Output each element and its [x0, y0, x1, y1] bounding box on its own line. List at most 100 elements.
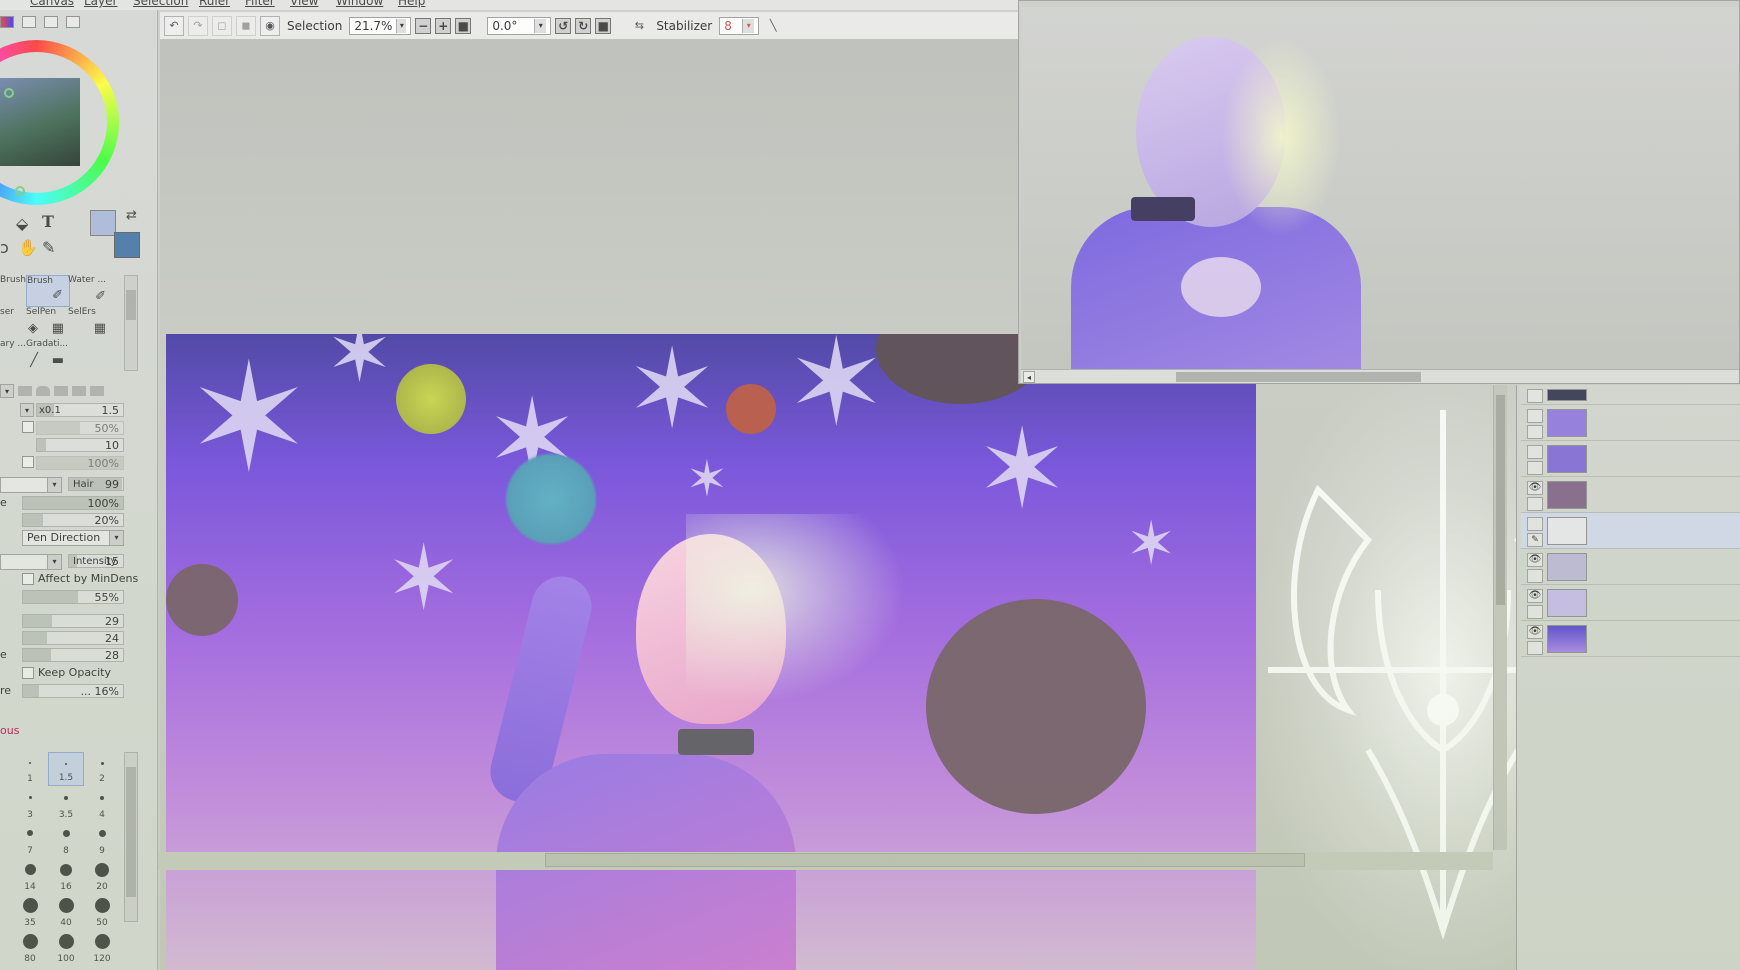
navigator-preview[interactable] — [1021, 7, 1739, 383]
texture-select[interactable]: ▾ — [0, 554, 62, 570]
size-preset[interactable]: 3 — [12, 788, 48, 822]
param-slider-2[interactable]: 24 — [22, 631, 124, 645]
hand-icon[interactable]: ✋ — [18, 238, 38, 257]
layer-row[interactable]: 👁 — [1521, 621, 1740, 657]
chevron-down-icon[interactable]: ▾ — [742, 18, 755, 33]
layer-row[interactable] — [1521, 441, 1740, 477]
stabilizer-select[interactable]: 8 ▾ — [719, 16, 760, 35]
menu-item-view[interactable]: View — [290, 0, 318, 8]
layer-visibility-toggle[interactable] — [1527, 517, 1543, 531]
menu-item-layer[interactable]: Layer — [84, 0, 117, 8]
navigator-scrollbar[interactable]: ◂ — [1021, 369, 1739, 383]
menu-item-window[interactable]: Window — [336, 0, 383, 8]
menu-item-selection[interactable]: Selection — [133, 0, 188, 8]
layer-lock-toggle[interactable] — [1527, 641, 1543, 655]
size-preset[interactable]: 1 — [12, 752, 48, 786]
deselect-icon[interactable]: ◻ — [212, 15, 232, 36]
hue-picker-handle[interactable] — [15, 186, 25, 196]
tool-water-brush[interactable]: Water ... ✐ — [68, 275, 112, 307]
layer-row[interactable]: 👁 — [1521, 477, 1740, 513]
menu-item-filter[interactable]: Filter — [245, 0, 275, 8]
size-preset[interactable]: 14 — [12, 860, 48, 894]
flip-horizontal-icon[interactable]: ⇆ — [629, 16, 649, 36]
zoom-reset-icon[interactable]: ■ — [455, 17, 472, 34]
tool-grid-scrollbar[interactable] — [124, 275, 138, 371]
size-preset[interactable]: 9 — [84, 824, 120, 858]
tool-gradation[interactable]: Gradati... ▬ — [26, 339, 70, 371]
layer-row[interactable]: 👁 — [1521, 585, 1740, 621]
layer-lock-toggle[interactable] — [1527, 497, 1543, 511]
tool-selpen[interactable]: SelPen ▦ — [26, 307, 70, 339]
tool-brush-2[interactable]: Brush ✐ — [26, 275, 70, 307]
main-color-swatch[interactable] — [90, 210, 116, 236]
selection-visible-icon[interactable]: ◉ — [260, 15, 280, 36]
shape-block2-icon[interactable] — [90, 386, 104, 396]
color-panel-icon[interactable] — [0, 16, 14, 28]
menu-item-help[interactable]: Help — [398, 0, 425, 8]
eye-icon[interactable]: 👁 — [1527, 481, 1543, 495]
layer-row[interactable] — [1521, 405, 1740, 441]
shape-square-icon[interactable] — [18, 386, 32, 396]
size-preset[interactable]: 16 — [48, 860, 84, 894]
param-slider-1[interactable]: 29 — [22, 614, 124, 628]
zoom-in-icon[interactable]: + — [435, 17, 452, 34]
layer-row-selected[interactable]: ✎ — [1521, 513, 1740, 549]
line-tool-icon[interactable]: ╲ — [763, 16, 783, 36]
size-preset[interactable]: 8 — [48, 824, 84, 858]
layer-lock-toggle[interactable] — [1527, 569, 1543, 583]
layer-lock-toggle[interactable] — [1527, 605, 1543, 619]
density-slider[interactable]: 10 — [36, 438, 124, 452]
keep-opacity-checkbox[interactable] — [22, 667, 34, 679]
size-preset[interactable]: 3.5 — [48, 788, 84, 822]
size-preset-selected[interactable]: 1.5 — [48, 752, 84, 786]
layer-visibility-toggle[interactable] — [1527, 389, 1543, 403]
rotate-left-icon[interactable]: ↺ — [555, 17, 572, 34]
shape-flat-icon[interactable] — [54, 386, 68, 396]
sv-picker-handle[interactable] — [4, 88, 14, 98]
layer-row[interactable]: 👁 — [1521, 549, 1740, 585]
size-multiplier-dropdown[interactable]: ▾ — [20, 403, 34, 417]
eye-icon[interactable]: 👁 — [1527, 589, 1543, 603]
chevron-down-icon[interactable]: ▾ — [534, 18, 547, 33]
sub-color-swatch[interactable] — [114, 232, 140, 258]
canvas-horizontal-scrollbar[interactable] — [545, 853, 1305, 867]
rotate-right-icon[interactable]: ↻ — [575, 17, 592, 34]
size-preset[interactable]: 4 — [84, 788, 120, 822]
scroll-left-icon[interactable]: ◂ — [1023, 371, 1035, 383]
canvas-vertical-scrollbar[interactable] — [1493, 385, 1507, 850]
param-slider-4[interactable]: ... 16% — [22, 684, 124, 698]
blending-slider[interactable]: 100% — [22, 496, 124, 510]
invert-selection-icon[interactable]: ◼ — [236, 15, 256, 36]
texture-direction-select[interactable]: Pen Direction ▾ — [22, 530, 124, 546]
lasso-icon[interactable]: ↄ — [0, 238, 9, 257]
size-preset[interactable]: 7 — [12, 824, 48, 858]
min-density-slider[interactable]: 100% — [36, 456, 124, 470]
layer-row[interactable] — [1521, 385, 1740, 405]
brush-shape-slider[interactable]: Hair 99 — [68, 477, 124, 491]
size-preset[interactable]: 2 — [84, 752, 120, 786]
redo-icon[interactable]: ↷ — [188, 15, 208, 36]
undo-icon[interactable]: ↶ — [164, 15, 184, 36]
fill-icon[interactable]: ⬙ — [16, 214, 28, 233]
chevron-down-icon[interactable]: ▾ — [396, 18, 407, 33]
zoom-field[interactable]: 21.7% ▾ — [349, 16, 412, 35]
min-size-slider[interactable]: 50% — [36, 421, 124, 435]
brush-shape-select[interactable]: ▾ — [0, 477, 62, 493]
size-preset[interactable]: 50 — [84, 896, 120, 930]
brush-size-slider[interactable]: x0.1 1.5 — [36, 403, 124, 417]
eyedropper-icon[interactable]: ✎ — [42, 238, 55, 257]
chevron-down-icon[interactable]: ▾ — [0, 384, 14, 398]
layer-visibility-toggle[interactable] — [1527, 409, 1543, 423]
size-preset-scrollbar[interactable] — [124, 752, 138, 922]
list-view-icon[interactable] — [22, 16, 36, 28]
zoom-out-icon[interactable]: − — [415, 17, 432, 34]
dilution-slider[interactable]: 20% — [22, 513, 124, 527]
menu-item-canvas[interactable]: Canvas — [30, 0, 74, 8]
intensity-slider[interactable]: Intensity 15 — [68, 554, 124, 568]
text-tool-icon[interactable]: T — [42, 212, 54, 231]
layer-lock-toggle[interactable] — [1527, 425, 1543, 439]
swatch-icon[interactable] — [66, 16, 80, 28]
swap-colors-icon[interactable]: ⇄ — [126, 208, 137, 223]
angle-field[interactable]: 0.0° ▾ — [487, 16, 552, 35]
layer-visibility-toggle[interactable] — [1527, 445, 1543, 459]
